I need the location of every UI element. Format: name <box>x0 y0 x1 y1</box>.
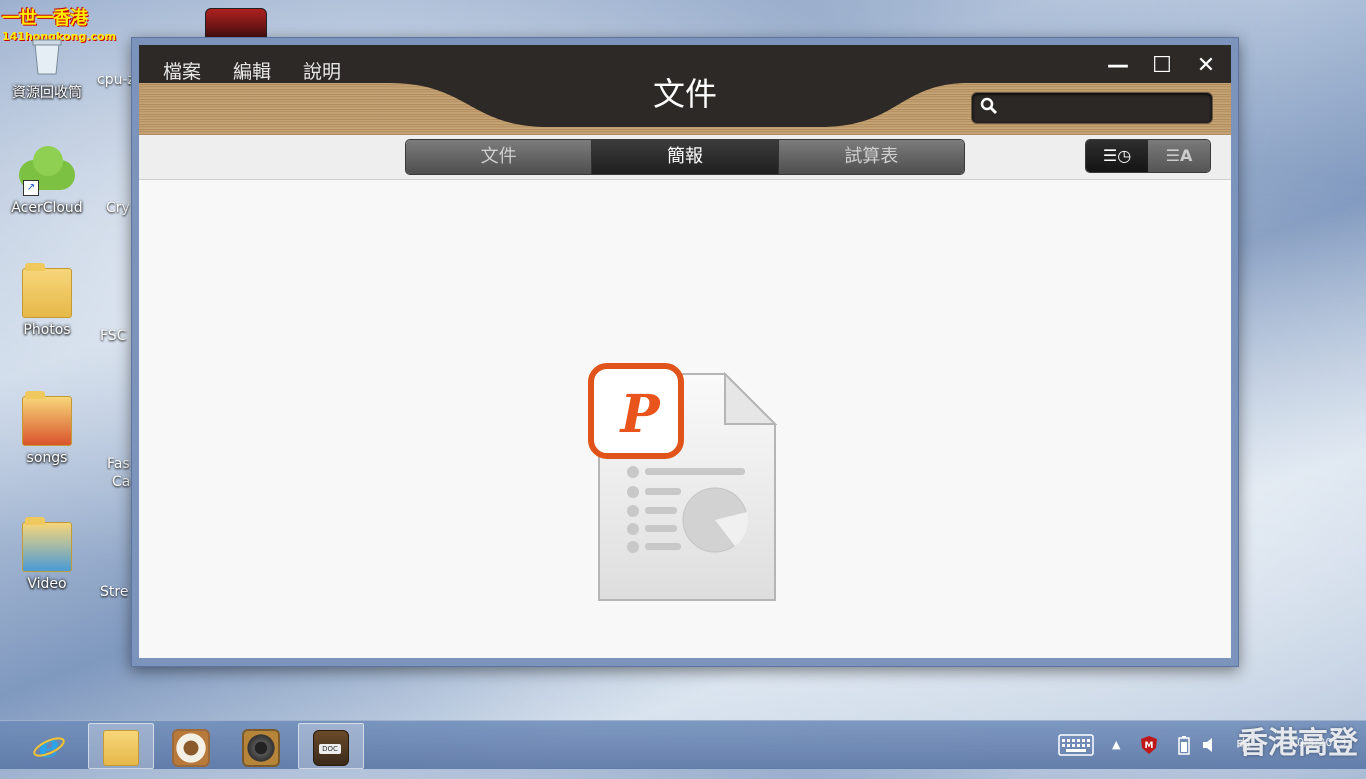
search-icon <box>980 97 998 120</box>
watermark: 香港高登 <box>1238 726 1358 761</box>
video-folder-icon <box>22 517 72 572</box>
desktop-icon-label: cpu-z <box>97 72 135 88</box>
window-controls: — ☐ ✕ <box>1107 53 1217 78</box>
volume-icon[interactable] <box>1202 721 1216 769</box>
maximize-button[interactable]: ☐ <box>1151 53 1173 78</box>
desktop-icon-fsc[interactable]: FSC <box>100 328 126 344</box>
desktop-icon-cry[interactable]: Cry <box>106 200 130 216</box>
minimize-button[interactable]: — <box>1107 53 1129 78</box>
mcafee-icon[interactable]: M <box>1140 721 1158 769</box>
desktop-icon-acercloud[interactable]: ↗ AcerCloud <box>7 146 87 216</box>
sort-by-time-button[interactable]: ☰◷ <box>1086 140 1148 172</box>
battery-icon[interactable] <box>1178 721 1190 769</box>
desktop-icon-cpuz[interactable]: cpu-z <box>97 72 135 88</box>
speaker-icon <box>242 729 280 767</box>
shortcut-arrow-icon: ↗ <box>23 180 39 196</box>
document-list-area: P <box>139 180 1231 658</box>
photo-app-icon <box>172 729 210 767</box>
documents-app-window: 檔案 編輯 說明 文件 — ☐ ✕ 文件 簡報 試算表 ☰◷ ☰A P <box>131 37 1239 667</box>
desktop-icon-video[interactable]: Video <box>7 517 87 592</box>
tab-documents[interactable]: 文件 <box>406 140 593 174</box>
desktop-icon-fas[interactable]: Fas <box>107 456 130 472</box>
document-type-tabs: 文件 簡報 試算表 <box>405 139 965 175</box>
desktop-icon-label: Photos <box>23 322 71 338</box>
desktop-icon-songs[interactable]: songs <box>7 391 87 466</box>
title-bar: 檔案 編輯 說明 文件 — ☐ ✕ <box>139 45 1231 135</box>
cloud-icon: ↗ <box>19 146 75 196</box>
close-button[interactable]: ✕ <box>1195 53 1217 78</box>
desktop-icon-label: Ca <box>112 474 131 490</box>
toolbar: 文件 簡報 試算表 ☰◷ ☰A <box>139 135 1231 180</box>
desktop-icon-stre[interactable]: Stre <box>100 584 128 600</box>
tab-spreadsheets[interactable]: 試算表 <box>778 140 964 174</box>
desktop-icon-label: Video <box>27 576 67 592</box>
svg-text:M: M <box>1145 741 1154 751</box>
desktop-icon-label: AcerCloud <box>11 200 83 216</box>
search-box <box>971 92 1213 124</box>
desktop-icon-ca[interactable]: Ca <box>112 474 130 490</box>
music-folder-icon <box>22 391 72 446</box>
svg-text:e: e <box>39 729 59 763</box>
taskbar-photos-app-button[interactable] <box>158 723 222 767</box>
desktop-icon-label: 資源回收筒 <box>12 85 82 101</box>
desktop-icon-label: FSC <box>100 328 127 344</box>
recycle-bin-icon <box>23 30 71 78</box>
file-explorer-icon <box>103 730 139 766</box>
desktop-icon-label: Fas <box>107 456 130 472</box>
show-hidden-icons-button[interactable]: ▲ <box>1112 721 1120 769</box>
taskbar-music-app-button[interactable] <box>228 723 292 767</box>
docs-app-icon: DOC <box>313 730 349 766</box>
desktop-icon-label: Stre <box>100 584 129 600</box>
desktop-icon-label: songs <box>26 450 68 466</box>
game-icon[interactable] <box>205 8 267 40</box>
folder-icon <box>22 263 72 318</box>
desktop-icon-recycle-bin[interactable]: 資源回收筒 <box>7 30 87 102</box>
search-input[interactable] <box>1006 97 1206 119</box>
desktop-icon-label: Cry <box>106 200 130 216</box>
taskbar-ie-button[interactable]: e <box>18 723 82 767</box>
tab-presentations[interactable]: 簡報 <box>592 140 779 174</box>
taskbar: e DOC ▲ M 中 10/5/2013 <box>0 720 1366 769</box>
touch-keyboard-icon[interactable] <box>1058 721 1094 769</box>
sort-by-name-button[interactable]: ☰A <box>1148 140 1210 172</box>
sort-toggle: ☰◷ ☰A <box>1085 139 1211 173</box>
presentation-badge-letter: P <box>620 384 660 445</box>
taskbar-docs-app-button[interactable]: DOC <box>298 723 364 769</box>
taskbar-file-explorer-button[interactable] <box>88 723 154 769</box>
internet-explorer-icon: e <box>32 727 66 765</box>
desktop-icon-photos[interactable]: Photos <box>7 263 87 338</box>
logo-text: 一世一香港 <box>2 8 88 29</box>
